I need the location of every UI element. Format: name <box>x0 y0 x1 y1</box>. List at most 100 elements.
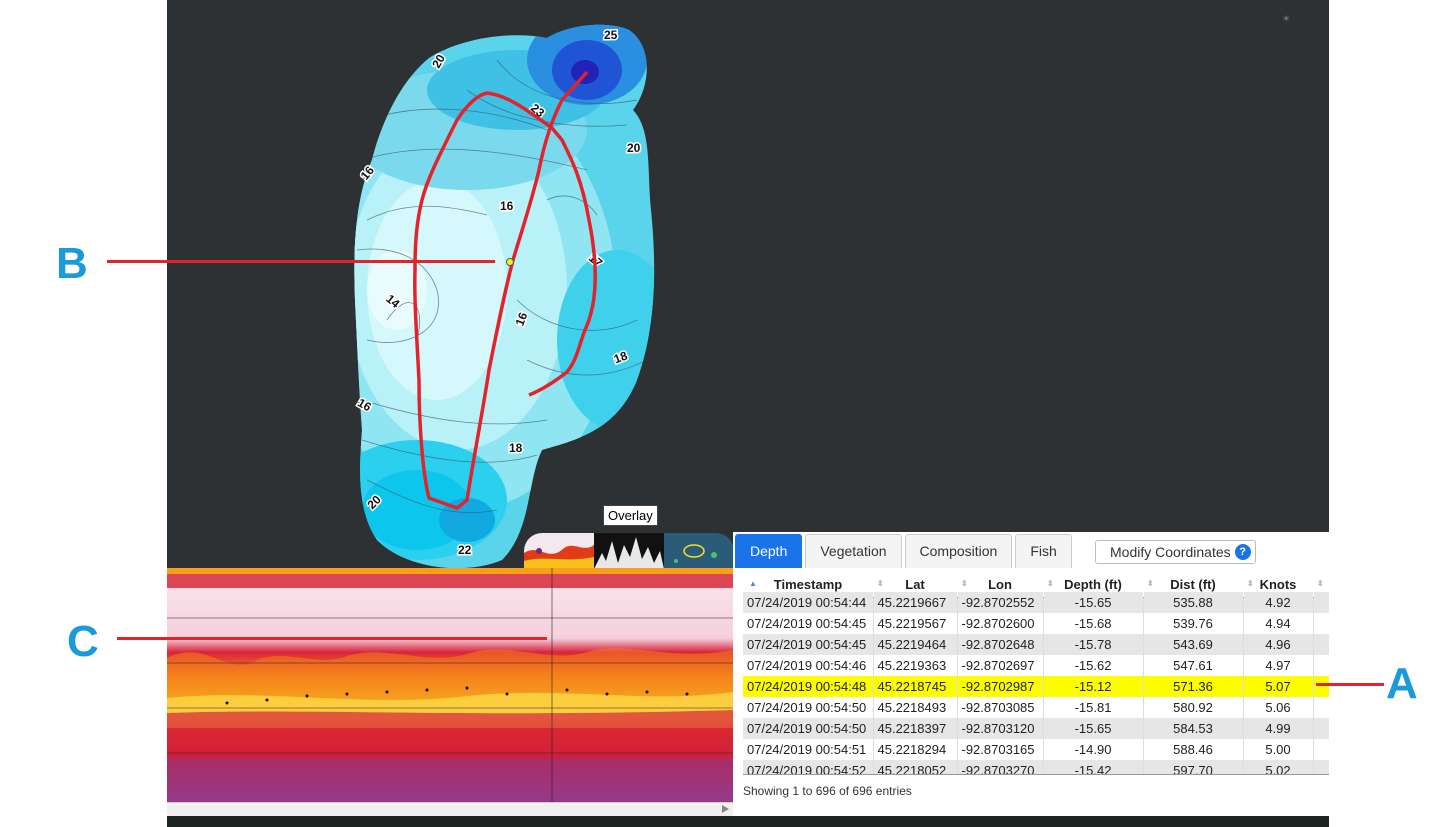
table-cell: 45.2219464 <box>873 634 958 655</box>
table-cell: 45.2218052 <box>873 760 958 774</box>
data-panel: Depth Vegetation Composition Fish Modify… <box>733 532 1329 816</box>
tab-bar: Depth Vegetation Composition Fish <box>735 534 1075 568</box>
table-cell: 45.2218294 <box>873 739 958 760</box>
sort-icon: ⬍ <box>1147 579 1154 588</box>
overlay-thumbnails[interactable] <box>524 533 734 569</box>
contour-label: 18 <box>509 441 523 455</box>
table-cell: 07/24/2019 00:54:51 <box>743 739 874 760</box>
tab-composition[interactable]: Composition <box>904 534 1013 568</box>
table-cell: 07/24/2019 00:54:50 <box>743 718 874 739</box>
table-cell: 4.92 <box>1243 591 1314 613</box>
table-cell-pad <box>1313 591 1329 613</box>
table-cell: 547.61 <box>1143 655 1244 676</box>
callout-b-line <box>107 260 495 263</box>
table-cell: 588.46 <box>1143 739 1244 760</box>
data-table: ▲ Timestamp ⬍ Lat ⬍ Lon ⬍ Depth (ft) ⬍ Dist (… <box>743 572 1329 775</box>
table-cell: 4.99 <box>1243 718 1314 739</box>
table-cell: -92.8702987 <box>957 676 1044 697</box>
help-icon[interactable]: ? <box>1234 544 1251 560</box>
sort-icon: ⬍ <box>1047 579 1054 588</box>
table-cell: 4.96 <box>1243 634 1314 655</box>
app-root: 25 20 23 20 16 16 17 14 16 18 16 18 20 2… <box>167 0 1329 827</box>
table-cell: 571.36 <box>1143 676 1244 697</box>
table-cell: -15.65 <box>1043 718 1144 739</box>
table-cell-pad <box>1313 676 1329 697</box>
table-cell: 584.53 <box>1143 718 1244 739</box>
modify-coordinates-label: Modify Coordinates <box>1110 544 1231 560</box>
table-body: 07/24/2019 00:54:44 45.2219667 -92.8702552… <box>743 591 1329 774</box>
tab-fish[interactable]: Fish <box>1015 534 1072 568</box>
table-cell: -92.8703085 <box>957 697 1044 718</box>
table-cell: -92.8702648 <box>957 634 1044 655</box>
table-cell: -92.8702600 <box>957 613 1044 634</box>
table-cell: 5.02 <box>1243 760 1314 774</box>
table-cell: -92.8703270 <box>957 760 1044 774</box>
tab-vegetation[interactable]: Vegetation <box>805 534 902 568</box>
table-cell: 5.07 <box>1243 676 1314 697</box>
table-row[interactable]: 07/24/2019 00:54:52 45.2218052 -92.8703270… <box>743 760 1329 774</box>
tab-depth[interactable]: Depth <box>735 534 803 568</box>
table-cell: 07/24/2019 00:54:46 <box>743 655 874 676</box>
table-cell: 580.92 <box>1143 697 1244 718</box>
contour-label: 25 <box>604 28 618 42</box>
table-cell-pad <box>1313 634 1329 655</box>
table-cell: 4.97 <box>1243 655 1314 676</box>
table-cell-pad <box>1313 655 1329 676</box>
sidescan-thumb[interactable] <box>594 533 664 569</box>
table-cell: -92.8703120 <box>957 718 1044 739</box>
table-cell: -15.81 <box>1043 697 1144 718</box>
table-cell: -92.8703165 <box>957 739 1044 760</box>
sonar-thumb[interactable] <box>524 533 594 569</box>
table-row[interactable]: 07/24/2019 00:54:50 45.2218493 -92.8703085… <box>743 697 1329 718</box>
table-cell: 07/24/2019 00:54:45 <box>743 613 874 634</box>
table-cell: -15.68 <box>1043 613 1144 634</box>
sonar-scrollbar[interactable] <box>167 802 733 817</box>
sonar-view[interactable] <box>167 568 733 802</box>
table-cell: 45.2218745 <box>873 676 958 697</box>
contour-label: 22 <box>458 543 472 557</box>
table-row[interactable]: 07/24/2019 00:54:44 45.2219667 -92.8702552… <box>743 591 1329 613</box>
callout-c-line <box>117 637 547 640</box>
table-row[interactable]: 07/24/2019 00:54:51 45.2218294 -92.8703165… <box>743 739 1329 760</box>
table-row[interactable]: 07/24/2019 00:54:45 45.2219464 -92.8702648… <box>743 634 1329 655</box>
callout-c: C <box>67 617 99 666</box>
table-row[interactable]: 07/24/2019 00:54:45 45.2219567 -92.8702600… <box>743 613 1329 634</box>
map-svg: 25 20 23 20 16 16 17 14 16 18 16 18 20 2… <box>354 14 1290 568</box>
table-cell: 45.2219363 <box>873 655 958 676</box>
sort-icon: ⬍ <box>1247 579 1254 588</box>
depth-map[interactable]: 25 20 23 20 16 16 17 14 16 18 16 18 20 2… <box>167 0 1329 568</box>
sort-icon: ⬍ <box>877 579 884 588</box>
map-glyph: ✶ <box>1282 14 1290 25</box>
table-cell: 07/24/2019 00:54:52 <box>743 760 874 774</box>
table-cell: 543.69 <box>1143 634 1244 655</box>
table-row[interactable]: 07/24/2019 00:54:50 45.2218397 -92.8703120… <box>743 718 1329 739</box>
table-cell-pad <box>1313 613 1329 634</box>
scroll-right-arrow-icon[interactable] <box>722 805 729 813</box>
position-marker <box>506 258 514 266</box>
bottom-bar <box>167 816 1329 827</box>
table-cell: -15.62 <box>1043 655 1144 676</box>
table-row[interactable]: 07/24/2019 00:54:46 45.2219363 -92.8702697… <box>743 655 1329 676</box>
table-cell: 07/24/2019 00:54:44 <box>743 591 874 613</box>
map-thumb[interactable] <box>664 533 734 569</box>
table-cell: -15.12 <box>1043 676 1144 697</box>
table-cell: 07/24/2019 00:54:48 <box>743 676 874 697</box>
lake-shape <box>354 24 655 568</box>
table-cell: 45.2218493 <box>873 697 958 718</box>
table-cell: 45.2219667 <box>873 591 958 613</box>
callout-b: B <box>56 239 88 288</box>
modify-coordinates-button[interactable]: Modify Coordinates ? <box>1095 540 1256 564</box>
sort-icon: ⬍ <box>1317 579 1324 588</box>
table-cell: -14.90 <box>1043 739 1144 760</box>
sort-asc-icon: ▲ <box>749 579 757 588</box>
table-cell: 45.2218397 <box>873 718 958 739</box>
table-cell: -92.8702552 <box>957 591 1044 613</box>
table-row[interactable]: 07/24/2019 00:54:48 45.2218745 -92.8702987… <box>743 676 1329 697</box>
table-cell: 07/24/2019 00:54:45 <box>743 634 874 655</box>
callout-a: A <box>1386 659 1418 708</box>
callout-a-line <box>1316 683 1384 686</box>
contour-label: 20 <box>627 141 641 155</box>
table-cell: 45.2219567 <box>873 613 958 634</box>
table-cell: -15.65 <box>1043 591 1144 613</box>
contour-label: 16 <box>500 199 514 213</box>
